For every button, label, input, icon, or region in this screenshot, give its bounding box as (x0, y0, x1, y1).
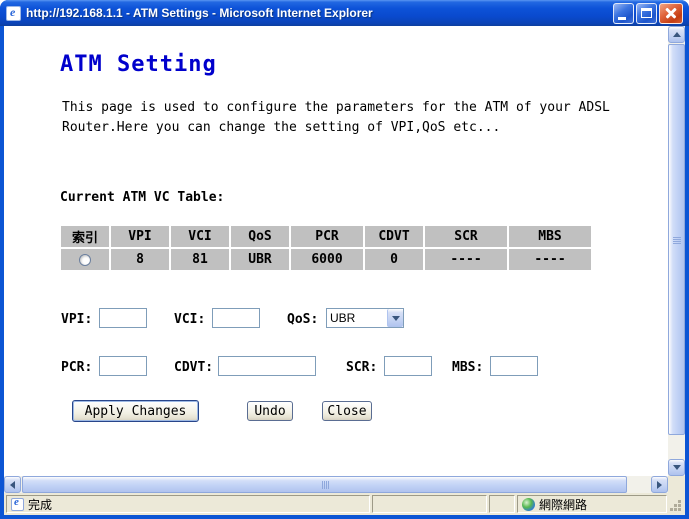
table-header-row: 索引 VPI VCI QoS PCR CDVT SCR MBS (61, 226, 591, 247)
vc-row-radio[interactable] (79, 253, 91, 266)
resize-grip[interactable] (669, 495, 683, 513)
titlebar[interactable]: http://192.168.1.1 - ATM Settings - Micr… (0, 0, 689, 26)
undo-button[interactable]: Undo (247, 401, 293, 421)
cell-cdvt: 0 (365, 249, 423, 270)
content-area: ATM Setting This page is used to configu… (4, 26, 685, 493)
col-header-vpi: VPI (111, 226, 169, 247)
col-header-cdvt: CDVT (365, 226, 423, 247)
scrollbar-corner (668, 476, 685, 493)
close-window-button[interactable] (659, 2, 683, 24)
page-description: This page is used to configure the param… (62, 100, 610, 135)
page: ATM Setting This page is used to configu… (4, 26, 668, 476)
cell-vpi: 8 (111, 249, 169, 270)
qos-selected-value: UBR (330, 311, 356, 325)
atm-vc-table: 索引 VPI VCI QoS PCR CDVT SCR MBS 8 81 UBR… (59, 224, 593, 272)
table-row: 8 81 UBR 6000 0 ---- ---- (61, 249, 591, 270)
minimize-button[interactable] (613, 2, 634, 24)
mbs-input[interactable] (490, 356, 538, 376)
arrow-left-icon (10, 480, 15, 489)
close-icon (660, 4, 682, 23)
qos-select[interactable]: UBR (326, 308, 404, 328)
window-controls (613, 2, 683, 24)
maximize-button[interactable] (636, 2, 657, 24)
browser-window: http://192.168.1.1 - ATM Settings - Micr… (0, 0, 689, 519)
chevron-down-icon (387, 309, 403, 327)
thumb-grip-icon (323, 480, 325, 489)
status-panel: 完成 (6, 495, 370, 513)
scroll-left-button[interactable] (4, 476, 21, 493)
radio-cell (61, 249, 109, 270)
scroll-up-button[interactable] (668, 26, 685, 43)
vertical-scroll-track[interactable] (668, 43, 685, 459)
document-icon (11, 496, 24, 511)
page-heading: ATM Setting (60, 52, 217, 77)
statusbar: 完成 網際網路 (4, 493, 685, 515)
mbs-label: MBS: (452, 360, 484, 375)
zone-text: 網際網路 (539, 497, 588, 512)
apply-changes-button[interactable]: Apply Changes (72, 400, 199, 422)
cell-vci: 81 (171, 249, 229, 270)
qos-label: QoS: (287, 312, 319, 327)
pcr-label: PCR: (61, 360, 93, 375)
col-header-scr: SCR (425, 226, 507, 247)
globe-icon (522, 497, 535, 511)
zone-panel: 網際網路 (517, 495, 667, 513)
maximize-icon (641, 7, 652, 18)
vertical-scrollbar[interactable] (668, 26, 685, 476)
cell-scr: ---- (425, 249, 507, 270)
col-header-vci: VCI (171, 226, 229, 247)
minimize-icon (618, 16, 626, 20)
progress-panel (372, 495, 487, 513)
vci-label: VCI: (174, 312, 206, 327)
vertical-scroll-thumb[interactable] (668, 44, 685, 436)
arrow-right-icon (657, 480, 662, 489)
col-header-qos: QoS (231, 226, 289, 247)
close-page-button[interactable]: Close (322, 401, 372, 421)
thumb-grip-icon (672, 239, 681, 241)
horizontal-scroll-track[interactable] (21, 476, 651, 493)
vpi-input[interactable] (99, 308, 147, 328)
pcr-input[interactable] (99, 356, 147, 376)
scr-input[interactable] (384, 356, 432, 376)
col-header-index: 索引 (61, 226, 109, 247)
cell-mbs: ---- (509, 249, 591, 270)
horizontal-scrollbar[interactable] (4, 476, 668, 493)
col-header-mbs: MBS (509, 226, 591, 247)
spacer-panel (489, 495, 515, 513)
scr-label: SCR: (346, 360, 378, 375)
col-header-pcr: PCR (291, 226, 363, 247)
table-title: Current ATM VC Table: (60, 190, 225, 205)
arrow-up-icon (672, 32, 681, 37)
scroll-right-button[interactable] (651, 476, 668, 493)
status-text: 完成 (28, 497, 53, 512)
window-title: http://192.168.1.1 - ATM Settings - Micr… (26, 6, 373, 20)
arrow-down-icon (672, 465, 681, 470)
ie-page-icon (6, 5, 21, 21)
vci-input[interactable] (212, 308, 260, 328)
cdvt-input[interactable] (218, 356, 316, 376)
scroll-down-button[interactable] (668, 459, 685, 476)
vpi-label: VPI: (61, 312, 93, 327)
cell-pcr: 6000 (291, 249, 363, 270)
cell-qos: UBR (231, 249, 289, 270)
horizontal-scroll-thumb[interactable] (22, 476, 627, 493)
cdvt-label: CDVT: (174, 360, 214, 375)
